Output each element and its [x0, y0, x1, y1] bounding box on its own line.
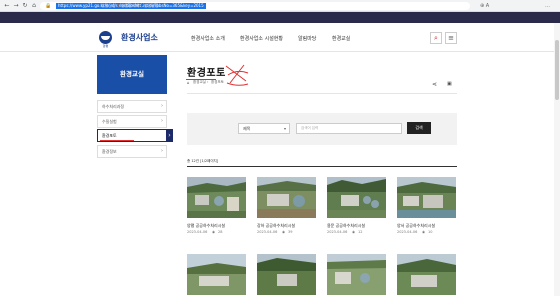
card-date: 2023-04-06 — [257, 230, 278, 234]
thumbnail-image[interactable] — [397, 254, 456, 295]
hamburger-icon[interactable]: ≡ — [445, 32, 457, 44]
sidebar-item-sewage-process[interactable]: 하수처리과정 › — [97, 100, 167, 113]
sidebar-item-label: 환경정보 — [102, 149, 117, 154]
gnb-about[interactable]: 환경사업소 소개 — [191, 35, 225, 42]
lock-icon: 🔒 — [45, 3, 52, 9]
card-date: 2023-04-06 — [397, 230, 418, 234]
search-icon[interactable]: ⌕ — [430, 32, 442, 44]
thumbnail-image[interactable] — [187, 254, 246, 295]
search-button[interactable]: 검색 — [407, 122, 431, 134]
search-field-select[interactable]: 제목 ▾ — [238, 123, 290, 134]
chevron-right-icon: › — [161, 118, 163, 124]
card-date: 2023-04-06 — [187, 230, 208, 234]
sidebar-item-label: 수질실험 — [102, 119, 117, 124]
card-views: 39 — [288, 230, 293, 234]
total-count: 총 12건 [1/2페이지] — [187, 159, 219, 163]
home-icon[interactable]: ⌂ — [30, 2, 38, 10]
extensions[interactable]: ⊕ A — [480, 2, 489, 10]
card-views: 12 — [358, 230, 363, 234]
gnb-notice[interactable]: 알림마당 — [298, 35, 316, 42]
sidebar-item-label: 하수처리과정 — [102, 104, 125, 109]
card-views: 28 — [218, 230, 223, 234]
thumbnail-image[interactable] — [257, 177, 316, 218]
utility-bar — [0, 12, 560, 23]
breadcrumb-separator: › — [207, 80, 209, 84]
eye-icon: ◉ — [282, 230, 286, 234]
card-views: 10 — [428, 230, 433, 234]
chevron-right-icon: › — [161, 103, 163, 109]
util-link-tour[interactable]: 양평관광 — [144, 0, 159, 11]
thumbnail-image[interactable] — [327, 254, 386, 295]
thumbnail-image[interactable] — [327, 177, 386, 218]
site-title[interactable]: 환경사업소 — [121, 32, 158, 43]
thumbnail-image[interactable] — [187, 177, 246, 218]
red-annotation-underline — [100, 140, 134, 141]
breadcrumb-item[interactable]: 환경교실 — [193, 80, 206, 85]
eye-icon: ◉ — [352, 230, 356, 234]
breadcrumb-current: 환경포토 — [211, 80, 224, 84]
page-title: 환경포토 — [187, 68, 226, 79]
share-icon[interactable]: ⋖ — [432, 81, 437, 88]
logo-text: 양평 — [102, 44, 109, 48]
print-icon[interactable]: ▣ — [447, 81, 452, 87]
card-title[interactable]: 양평 공공하수처리시설 — [187, 223, 225, 229]
home-icon[interactable]: ⌂ — [187, 80, 190, 85]
browser-menu-icon[interactable]: … — [545, 2, 550, 10]
list-top-divider — [187, 166, 457, 167]
search-input[interactable]: 검색어 입력 — [296, 123, 402, 134]
chevron-right-icon: › — [161, 148, 163, 154]
browser-toolbar: ← → ↻ ⌂ 🔒 https://www.yp21.go.kr/envi/se… — [0, 0, 560, 12]
scrollbar-thumb[interactable] — [555, 40, 559, 100]
eye-icon: ◉ — [212, 230, 216, 234]
thumbnail-image[interactable] — [397, 177, 456, 218]
eye-icon: ◉ — [422, 230, 426, 234]
util-separator — [118, 4, 119, 8]
card-title[interactable]: 용문 공공하수처리시설 — [327, 223, 365, 229]
util-link-council[interactable]: 양평군의회 — [121, 0, 139, 11]
sidebar-item-label: 환경포토 — [102, 133, 117, 138]
forward-arrow-icon[interactable]: → — [12, 2, 20, 10]
card-title[interactable]: 강하 공공하수처리시설 — [257, 223, 295, 229]
red-annotation-scribble — [225, 64, 249, 86]
card-title[interactable]: 양서 공공하수처리시설 — [397, 223, 435, 229]
header-divider — [0, 51, 560, 52]
title-divider — [187, 93, 457, 94]
sidebar-title: 환경교실 — [97, 55, 167, 94]
sidebar-item-env-info[interactable]: 환경정보 › — [97, 145, 167, 158]
gnb-education[interactable]: 환경교실 — [332, 35, 350, 42]
gnb-facilities[interactable]: 환경사업소 시설현황 — [240, 35, 283, 42]
back-arrow-icon[interactable]: ← — [3, 2, 11, 10]
sidebar-item-water-test[interactable]: 수질실험 › — [97, 115, 167, 128]
util-separator — [141, 4, 142, 8]
card-date: 2023-04-06 — [327, 230, 348, 234]
chevron-down-icon: ▾ — [283, 126, 286, 131]
select-value: 제목 — [243, 126, 251, 131]
chevron-right-icon: › — [166, 129, 173, 142]
reload-icon[interactable]: ↻ — [21, 2, 29, 10]
thumbnail-image[interactable] — [257, 254, 316, 295]
util-link-county[interactable]: 양평군청 — [101, 0, 116, 11]
